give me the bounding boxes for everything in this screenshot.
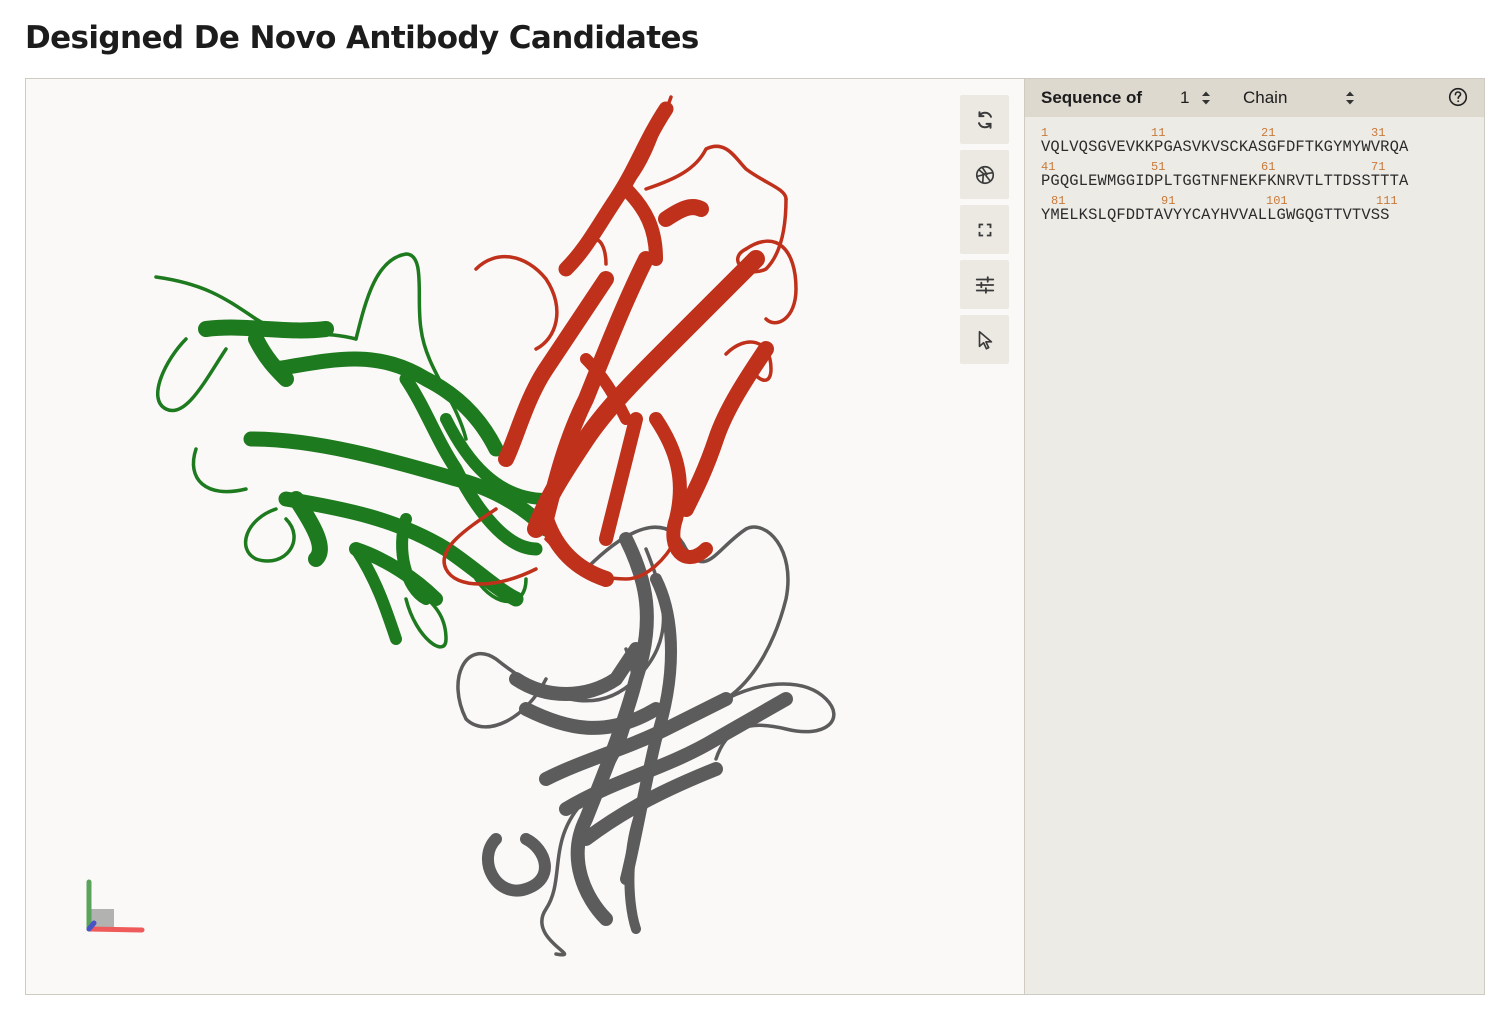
question-circle-icon[interactable] <box>1448 87 1468 107</box>
sequence-row: 1 11 21 31 VQLVQSGVEVKKPGASVKVSCKASGFDFT… <box>1041 126 1484 160</box>
residue-number: 11 <box>1151 126 1166 140</box>
sequence-header: Sequence of 1 Chain <box>1025 79 1484 117</box>
residue-number: 51 <box>1151 160 1166 174</box>
protein-cartoon[interactable] <box>26 79 1025 994</box>
model-select-value: 1 <box>1180 88 1190 107</box>
structure-viewport[interactable] <box>26 79 1025 994</box>
model-select[interactable]: 1 <box>1180 88 1211 108</box>
chain-select-value: Chain <box>1243 88 1288 107</box>
cursor-icon <box>978 330 992 350</box>
molecule-viewer: Sequence of 1 Chain 1 11 21 31 VQLVQSGVE… <box>25 78 1485 995</box>
sequence-row: 81 91 101 111 YMELKSLQFDDTAVYYCAYHVVALLG… <box>1041 194 1484 228</box>
refresh-icon <box>977 110 992 129</box>
sequence-title: Sequence of <box>1041 88 1143 107</box>
sequence-residues[interactable]: VQLVQSGVEVKKPGASVKVSCKASGFDFTKGYMYWVRQA <box>1041 138 1484 156</box>
residue-number: 61 <box>1261 160 1276 174</box>
sequence-residues[interactable]: PGQGLEWMGGIDPLTGGTNFNEKFKNRVTLTTDSSTTTA <box>1041 172 1484 190</box>
residue-number: 41 <box>1041 160 1056 174</box>
screenshot-button[interactable] <box>960 150 1009 199</box>
residue-number: 31 <box>1371 126 1386 140</box>
chain-a-cartoon[interactable] <box>442 95 798 587</box>
residue-number: 81 <box>1051 194 1066 208</box>
residue-number: 71 <box>1371 160 1386 174</box>
settings-button[interactable] <box>960 260 1009 309</box>
sliders-icon <box>975 275 994 294</box>
fullscreen-button[interactable] <box>960 205 1009 254</box>
page-title: Designed De Novo Antibody Candidates <box>25 20 699 56</box>
chain-b-cartoon[interactable] <box>154 252 554 649</box>
residue-number: 1 <box>1041 126 1049 140</box>
updown-arrows-icon <box>1202 91 1211 105</box>
residue-number: 91 <box>1161 194 1176 208</box>
chain-select[interactable]: Chain <box>1243 88 1355 108</box>
sequence-row: 41 51 61 71 PGQGLEWMGGIDPLTGGTNFNEKFKNRV… <box>1041 160 1484 194</box>
expand-icon <box>978 223 991 236</box>
viewer-toolbar <box>960 95 1009 364</box>
sequence-body: 1 11 21 31 VQLVQSGVEVKKPGASVKVSCKASGFDFT… <box>1025 117 1484 228</box>
residue-number: 101 <box>1266 194 1288 208</box>
residue-number: 111 <box>1376 194 1398 208</box>
residue-number: 21 <box>1261 126 1276 140</box>
camera-shutter-icon <box>975 165 994 184</box>
sequence-panel: Sequence of 1 Chain 1 11 21 31 VQLVQSGVE… <box>1025 79 1484 994</box>
orientation-axes-icon <box>86 879 145 933</box>
selection-mode-button[interactable] <box>960 315 1009 364</box>
updown-arrows-icon <box>1346 91 1354 105</box>
reset-view-button[interactable] <box>960 95 1009 144</box>
sequence-residues[interactable]: YMELKSLQFDDTAVYYCAYHVVALLGWGQGTTVTVSS <box>1041 206 1484 224</box>
